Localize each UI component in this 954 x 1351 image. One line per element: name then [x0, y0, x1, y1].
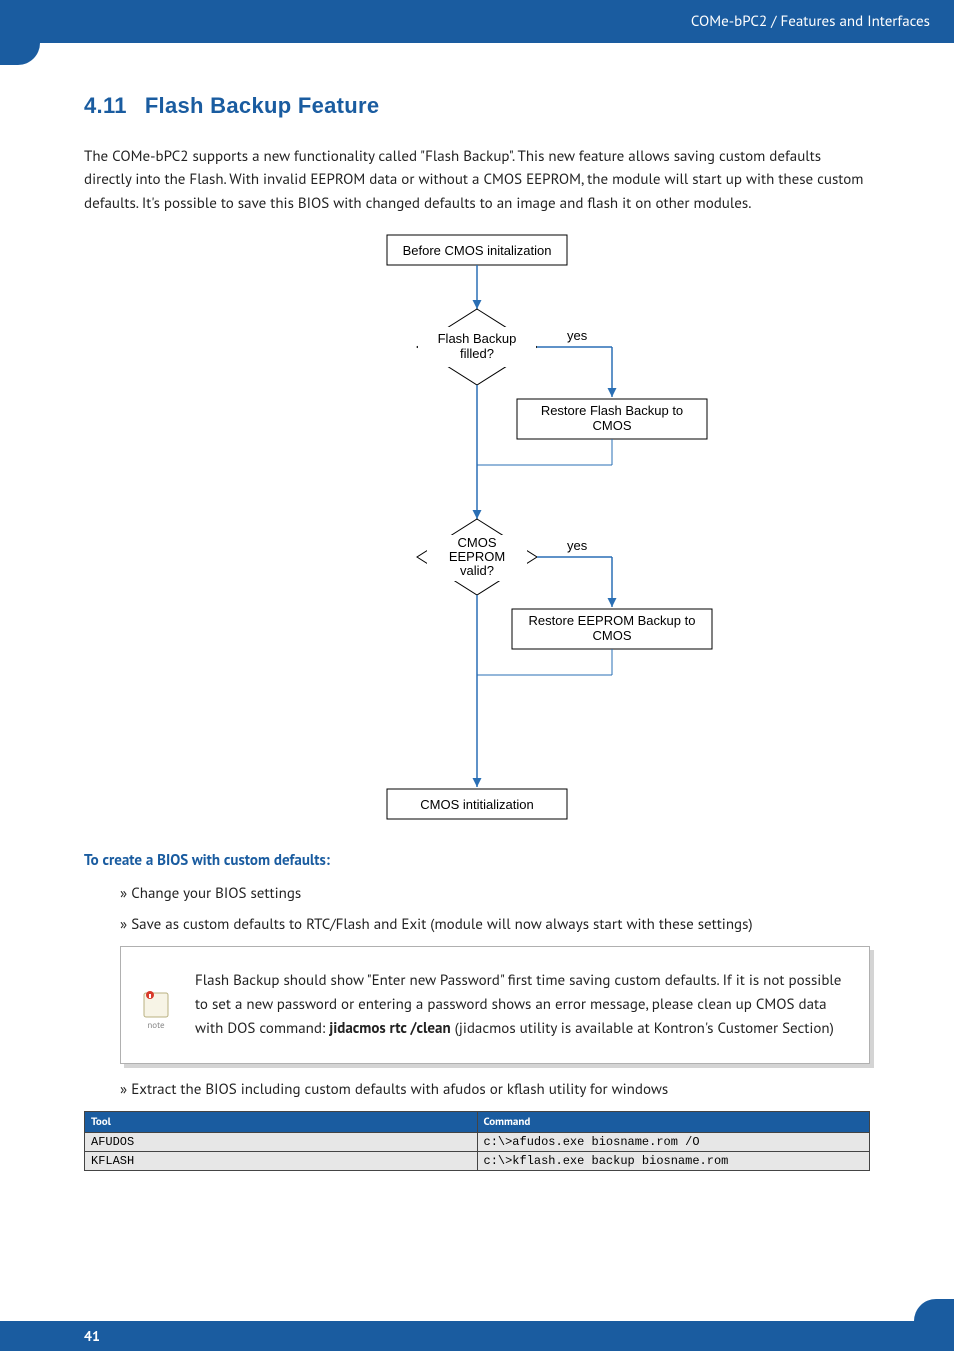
page-footer: 41	[0, 1321, 954, 1351]
cell-command: c:\>afudos.exe biosname.rom /O	[477, 1132, 870, 1151]
flow-decision-eeprom-line1: CMOS	[458, 535, 497, 550]
table-row: KFLASH c:\>kflash.exe backup biosname.ro…	[85, 1151, 870, 1170]
th-command: Command	[477, 1111, 870, 1132]
flow-restore-eeprom-line2: CMOS	[593, 628, 632, 643]
note-icon: note	[133, 987, 179, 1031]
subheading-create-bios: To create a BIOS with custom defaults:	[84, 851, 870, 870]
flow-restore-flash-line2: CMOS	[593, 418, 632, 433]
breadcrumb: COMe-bPC2 / Features and Interfaces	[691, 12, 930, 31]
table-header-row: Tool Command	[85, 1111, 870, 1132]
page-header: COMe-bPC2 / Features and Interfaces	[0, 0, 954, 43]
commands-table: Tool Command AFUDOS c:\>afudos.exe biosn…	[84, 1111, 870, 1171]
table-row: AFUDOS c:\>afudos.exe biosname.rom /O	[85, 1132, 870, 1151]
flow-restore-eeprom-line1: Restore EEPROM Backup to	[529, 613, 696, 628]
flow-restore-flash-line1: Restore Flash Backup to	[541, 403, 683, 418]
cell-tool: AFUDOS	[85, 1132, 478, 1151]
cell-tool: KFLASH	[85, 1151, 478, 1170]
cell-command: c:\>kflash.exe backup biosname.rom	[477, 1151, 870, 1170]
flow-decision-flash-backup-line2: filled?	[460, 346, 494, 361]
flowchart-diagram: .bx { fill:#fff; stroke:#000; stroke-wid…	[217, 227, 737, 847]
bullet-extract-bios: Extract the BIOS including custom defaul…	[120, 1080, 870, 1099]
page-number: 41	[84, 1327, 100, 1345]
note-command: jidacmos rtc /clean	[329, 1019, 450, 1038]
intro-paragraph: The COMe-bPC2 supports a new functionali…	[84, 145, 870, 215]
note-text-post: (jidacmos utility is available at Kontro…	[451, 1019, 834, 1038]
section-title-text: Flash Backup Feature	[145, 93, 380, 118]
flow-decision-eeprom-line2: EEPROM	[449, 549, 505, 564]
bullet-save-defaults: Save as custom defaults to RTC/Flash and…	[120, 915, 870, 934]
section-heading: 4.11 Flash Backup Feature	[84, 93, 870, 119]
th-tool: Tool	[85, 1111, 478, 1132]
flow-label-yes-1: yes	[567, 328, 588, 343]
bullet-change-settings: Change your BIOS settings	[120, 884, 870, 903]
note-text: Flash Backup should show "Enter new Pass…	[195, 969, 847, 1041]
flow-decision-eeprom-line3: valid?	[460, 563, 494, 578]
flow-decision-flash-backup-line1: Flash Backup	[438, 331, 517, 346]
footer-curve	[914, 1299, 954, 1321]
flow-label-yes-2: yes	[567, 538, 588, 553]
flow-node-before-cmos: Before CMOS initalization	[403, 243, 552, 258]
section-number: 4.11	[84, 93, 127, 119]
note-label: note	[133, 1020, 179, 1031]
flow-node-cmos-init: CMOS intitialization	[420, 797, 533, 812]
note-box: note Flash Backup should show "Enter new…	[120, 946, 870, 1064]
page-content: 4.11 Flash Backup Feature The COMe-bPC2 s…	[0, 43, 954, 1171]
